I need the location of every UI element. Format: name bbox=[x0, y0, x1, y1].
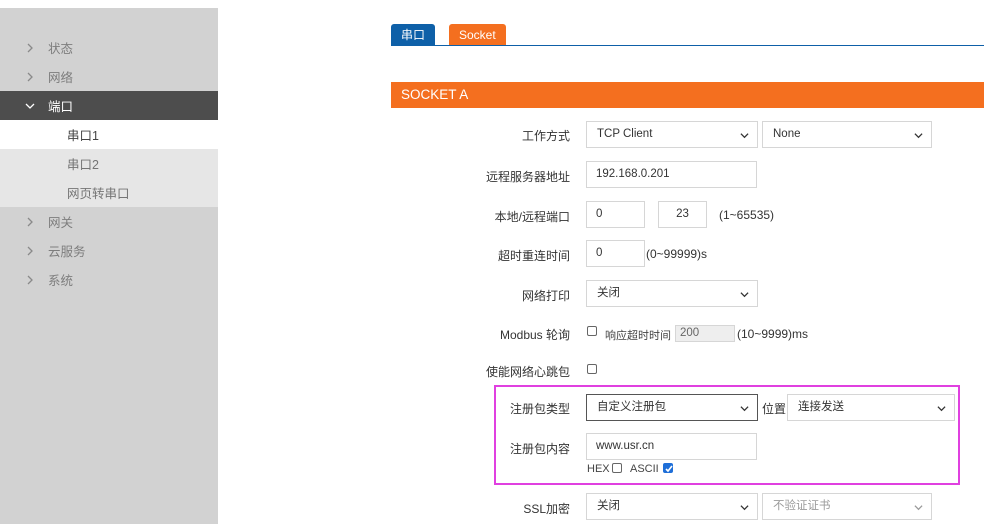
heartbeat-label: 使能网络心跳包 bbox=[485, 365, 570, 379]
ascii-label: ASCII bbox=[630, 463, 659, 475]
chevron-down-icon bbox=[914, 133, 923, 139]
response-timeout-input[interactable]: 200 bbox=[675, 325, 735, 342]
cert-value: 不验证证书 bbox=[773, 500, 831, 512]
net-print-value: 关闭 bbox=[597, 287, 620, 299]
hex-checkbox[interactable] bbox=[612, 463, 622, 473]
sidebar-subitem-label: 网页转串口 bbox=[67, 187, 130, 201]
chevron-right-icon bbox=[0, 275, 48, 285]
ssl-select[interactable]: 关闭 bbox=[586, 493, 758, 520]
ports-label: 本地/远程端口 bbox=[494, 210, 570, 224]
ssl-label: SSL加密 bbox=[523, 502, 570, 516]
response-timeout-label: 响应超时时间 bbox=[605, 330, 671, 342]
remote-addr-input[interactable]: 192.168.0.201 bbox=[586, 161, 757, 188]
reconnect-input[interactable]: 0 bbox=[586, 240, 645, 267]
response-timeout-hint: (10~9999)ms bbox=[737, 327, 809, 341]
tab-serial[interactable]: 串口 bbox=[391, 24, 436, 46]
section-title: SOCKET A bbox=[391, 82, 984, 108]
net-print-label: 网络打印 bbox=[521, 289, 570, 303]
work-mode-label: 工作方式 bbox=[521, 129, 570, 143]
chevron-down-icon bbox=[740, 133, 749, 139]
sidebar-item-label: 端口 bbox=[48, 100, 74, 114]
net-print-select[interactable]: 关闭 bbox=[586, 280, 758, 307]
heartbeat-checkbox[interactable] bbox=[587, 364, 597, 374]
sidebar-item-label: 状态 bbox=[48, 42, 74, 56]
modbus-label: Modbus 轮询 bbox=[499, 328, 570, 342]
hex-label: HEX bbox=[587, 463, 610, 475]
reg-content-input[interactable]: www.usr.cn bbox=[586, 433, 757, 460]
chevron-down-icon bbox=[740, 292, 749, 298]
chevron-down-icon bbox=[0, 102, 48, 110]
checkmark-icon bbox=[665, 465, 673, 473]
position-select[interactable]: 连接发送 bbox=[787, 394, 955, 421]
position-label: 位置 bbox=[762, 402, 787, 416]
sidebar-subitem-label: 串口1 bbox=[67, 129, 99, 143]
sidebar-item-label: 云服务 bbox=[48, 245, 86, 259]
sidebar-item-gateway[interactable]: 网关 bbox=[0, 207, 218, 236]
local-port-input[interactable]: 0 bbox=[586, 201, 645, 228]
modbus-checkbox[interactable] bbox=[587, 326, 597, 336]
chevron-down-icon bbox=[937, 406, 946, 412]
chevron-down-icon bbox=[740, 406, 749, 412]
chevron-right-icon bbox=[0, 72, 48, 82]
cert-select[interactable]: 不验证证书 bbox=[762, 493, 932, 520]
reg-type-select[interactable]: 自定义注册包 bbox=[586, 394, 758, 421]
reconnect-hint: (0~99999)s bbox=[646, 247, 708, 261]
reg-content-label: 注册包内容 bbox=[509, 442, 570, 456]
sidebar-item-cloud[interactable]: 云服务 bbox=[0, 236, 218, 265]
position-value: 连接发送 bbox=[798, 401, 844, 413]
chevron-down-icon bbox=[740, 505, 749, 511]
remote-port-input[interactable]: 23 bbox=[658, 201, 707, 228]
ssl-value: 关闭 bbox=[597, 500, 620, 512]
reconnect-label: 超时重连时间 bbox=[497, 249, 570, 263]
work-mode-value: TCP Client bbox=[597, 128, 653, 140]
sidebar-subitem-label: 串口2 bbox=[67, 158, 99, 172]
port-range-hint: (1~65535) bbox=[719, 208, 775, 222]
sidebar-item-port[interactable]: 端口 bbox=[0, 91, 218, 120]
tab-divider bbox=[391, 45, 984, 46]
sidebar-item-label: 网关 bbox=[48, 216, 74, 230]
reg-type-label: 注册包类型 bbox=[509, 402, 570, 416]
chevron-down-icon bbox=[914, 505, 923, 511]
chevron-right-icon bbox=[0, 43, 48, 53]
remote-addr-label: 远程服务器地址 bbox=[485, 170, 570, 184]
sidebar-subitem-serial2[interactable]: 串口2 bbox=[0, 149, 218, 178]
chevron-right-icon bbox=[0, 217, 48, 227]
sidebar-item-status[interactable]: 状态 bbox=[0, 33, 218, 62]
chevron-right-icon bbox=[0, 246, 48, 256]
work-mode-secondary-select[interactable]: None bbox=[762, 121, 932, 148]
ascii-checkbox[interactable] bbox=[663, 463, 673, 473]
sidebar: 状态 网络 端口 串口1 串口2 网页转串口 网关 云服务 系统 bbox=[0, 8, 218, 524]
sidebar-subitem-web-serial[interactable]: 网页转串口 bbox=[0, 178, 218, 207]
work-mode-select[interactable]: TCP Client bbox=[586, 121, 758, 148]
tab-socket[interactable]: Socket bbox=[449, 24, 506, 46]
sidebar-item-label: 网络 bbox=[48, 71, 74, 85]
sidebar-item-network[interactable]: 网络 bbox=[0, 62, 218, 91]
work-mode-secondary-value: None bbox=[773, 128, 801, 140]
sidebar-subitem-serial1[interactable]: 串口1 bbox=[0, 120, 218, 149]
reg-type-value: 自定义注册包 bbox=[597, 401, 666, 413]
sidebar-item-label: 系统 bbox=[48, 274, 74, 288]
sidebar-item-system[interactable]: 系统 bbox=[0, 265, 218, 294]
